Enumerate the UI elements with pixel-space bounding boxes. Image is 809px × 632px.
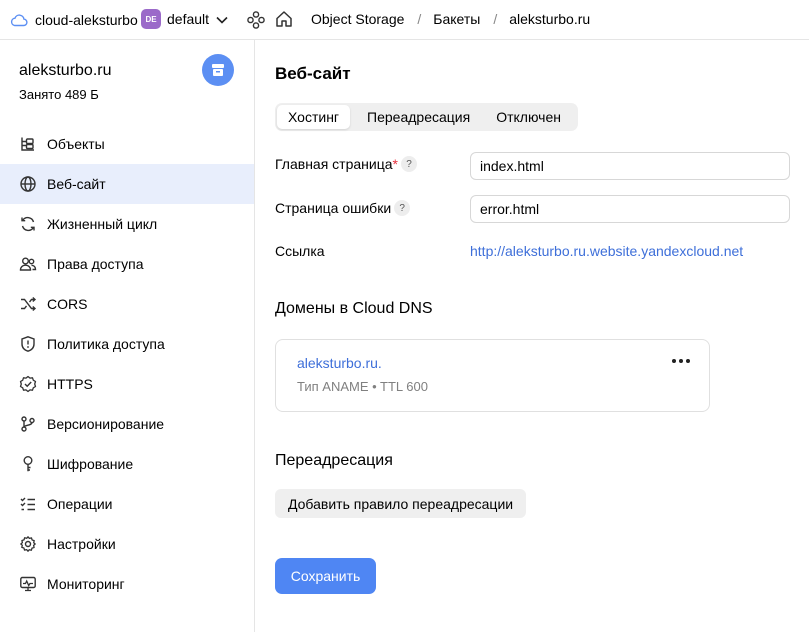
required-mark: * — [392, 156, 398, 172]
sidebar-item-label: Операции — [47, 496, 113, 512]
shuffle-icon — [21, 296, 37, 312]
bucket-icon — [212, 64, 224, 76]
users-icon — [19, 257, 37, 271]
sidebar-item-label: Версионирование — [47, 416, 165, 432]
sidebar-item-label: CORS — [47, 296, 88, 312]
redirect-section-title: Переадресация — [275, 452, 393, 469]
more-icon[interactable] — [672, 356, 690, 366]
top-bar: cloud-aleksturbo DE default Object Stora… — [0, 0, 809, 40]
list-check-icon — [20, 497, 35, 511]
main-content: Веб-сайт Хостинг Переадресация Отключен … — [275, 40, 809, 632]
tab-disabled[interactable]: Отключен — [485, 105, 572, 129]
objects-icon — [21, 137, 34, 151]
breadcrumb-buckets[interactable]: Бакеты — [433, 11, 480, 27]
globe-icon — [20, 176, 36, 192]
sidebar-item-label: Жизненный цикл — [47, 216, 158, 232]
error-page-label-text: Страница ошибки — [275, 200, 392, 216]
sidebar-item-label: HTTPS — [47, 376, 93, 392]
sidebar-item-objects[interactable]: Объекты — [0, 124, 254, 164]
help-icon[interactable]: ? — [400, 156, 417, 172]
monitor-icon — [20, 576, 36, 592]
add-redirect-rule-button[interactable]: Добавить правило переадресации — [275, 489, 527, 518]
breadcrumb-separator: / — [417, 11, 422, 27]
sidebar-item-monitoring[interactable]: Мониторинг — [0, 564, 254, 604]
chevron-down-icon[interactable] — [215, 13, 229, 27]
sidebar-item-settings[interactable]: Настройки — [0, 524, 254, 564]
sidebar: aleksturbo.ru Занято 489 Б Объекты Веб-с… — [0, 40, 255, 632]
key-icon — [23, 456, 33, 472]
website-link[interactable]: http://aleksturbo.ru.website.yandexcloud… — [470, 243, 743, 259]
breadcrumb-current: aleksturbo.ru — [509, 11, 591, 27]
sidebar-item-label: Веб-сайт — [47, 176, 106, 192]
link-label: Ссылка — [275, 243, 325, 259]
page-title: Веб-сайт — [275, 64, 351, 83]
folder-name[interactable]: default — [167, 11, 209, 27]
dns-domain-meta: Тип ANAME • TTL 600 — [297, 379, 428, 394]
cloud-name: cloud-aleksturbo — [35, 12, 138, 28]
cloud-selector[interactable]: cloud-aleksturbo — [10, 10, 138, 30]
index-page-label: Главная страница * ? — [275, 156, 417, 172]
index-page-input[interactable] — [470, 152, 790, 180]
sidebar-item-label: Настройки — [47, 536, 116, 552]
branch-icon — [21, 416, 35, 432]
lifecycle-icon — [21, 216, 35, 232]
breadcrumb: Object Storage / Бакеты / aleksturbo.ru — [311, 11, 590, 27]
bucket-icon-button[interactable] — [202, 54, 234, 86]
sidebar-item-encryption[interactable]: Шифрование — [0, 444, 254, 484]
dns-domain-card: aleksturbo.ru. Тип ANAME • TTL 600 — [275, 339, 710, 412]
cloud-icon — [10, 14, 28, 27]
folder-badge[interactable]: DE — [141, 9, 161, 29]
services-icon[interactable] — [246, 10, 266, 30]
error-page-label: Страница ошибки ? — [275, 200, 411, 216]
help-icon[interactable]: ? — [394, 200, 411, 216]
sidebar-item-cors[interactable]: CORS — [0, 284, 254, 324]
sidebar-item-access-rights[interactable]: Права доступа — [0, 244, 254, 284]
sidebar-item-label: Шифрование — [47, 456, 134, 472]
mode-tabs: Хостинг Переадресация Отключен — [275, 103, 578, 131]
sidebar-item-lifecycle[interactable]: Жизненный цикл — [0, 204, 254, 244]
sidebar-nav: Объекты Веб-сайт Жизненный цикл Права до… — [0, 124, 254, 604]
dns-domain-link[interactable]: aleksturbo.ru. — [297, 355, 382, 371]
breadcrumb-object-storage[interactable]: Object Storage — [311, 11, 404, 27]
sidebar-item-label: Политика доступа — [47, 336, 165, 352]
save-button[interactable]: Сохранить — [275, 558, 376, 594]
sidebar-item-label: Мониторинг — [47, 576, 125, 592]
sidebar-item-operations[interactable]: Операции — [0, 484, 254, 524]
index-page-label-text: Главная страница — [275, 156, 393, 172]
bucket-name: aleksturbo.ru — [19, 62, 112, 79]
gear-icon — [20, 536, 36, 552]
sidebar-item-access-policy[interactable]: Политика доступа — [0, 324, 254, 364]
sidebar-item-label: Права доступа — [47, 256, 144, 272]
sidebar-item-versioning[interactable]: Версионирование — [0, 404, 254, 444]
tab-hosting[interactable]: Хостинг — [277, 105, 351, 129]
dns-section-title: Домены в Cloud DNS — [275, 300, 433, 317]
badge-check-icon — [19, 375, 37, 393]
breadcrumb-separator: / — [493, 11, 498, 27]
home-icon[interactable] — [274, 9, 294, 29]
tab-redirect[interactable]: Переадресация — [356, 105, 481, 129]
sidebar-item-https[interactable]: HTTPS — [0, 364, 254, 404]
sidebar-item-website[interactable]: Веб-сайт — [0, 164, 254, 204]
shield-icon — [21, 336, 35, 352]
bucket-usage: Занято 489 Б — [19, 87, 99, 102]
sidebar-item-label: Объекты — [47, 136, 105, 152]
error-page-input[interactable] — [470, 195, 790, 223]
